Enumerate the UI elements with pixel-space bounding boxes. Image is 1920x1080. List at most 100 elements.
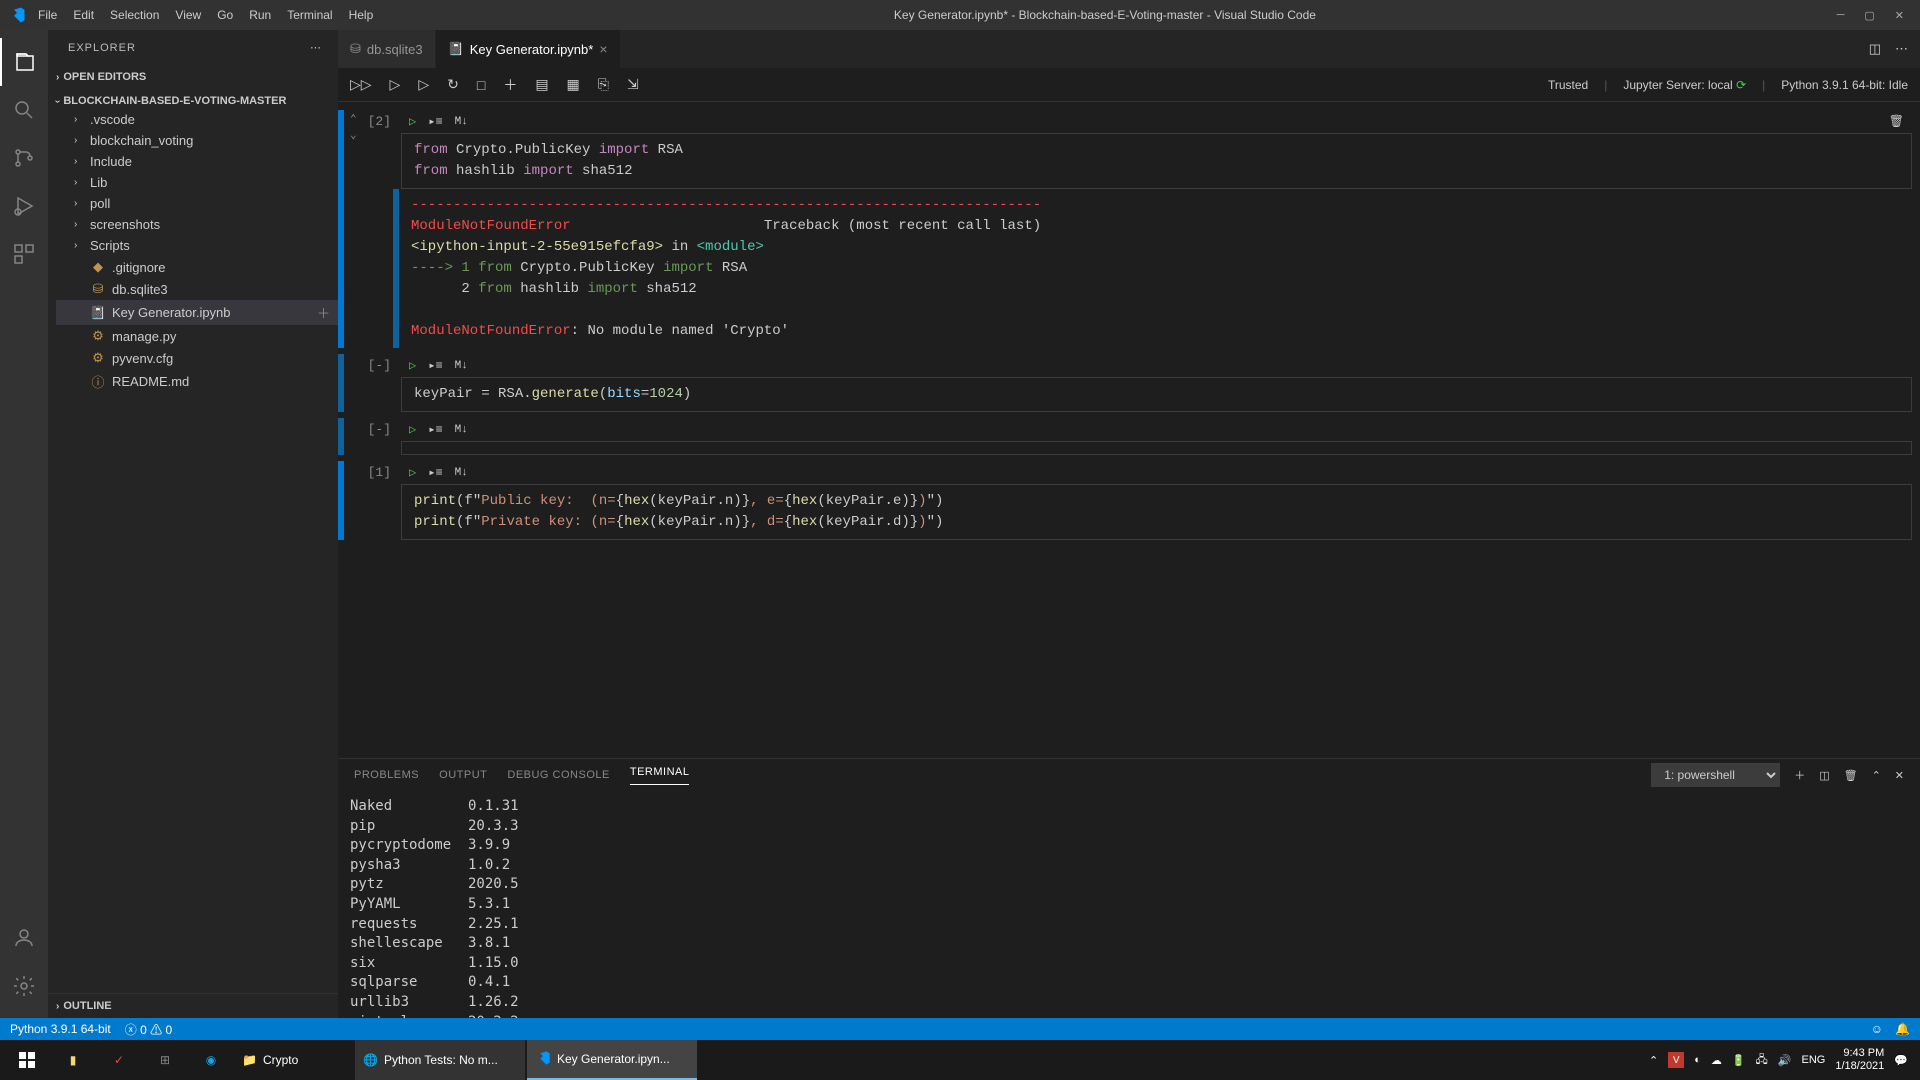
cell-code[interactable]: keyPair = RSA.generate(bits=1024) bbox=[401, 377, 1912, 412]
run-cell-icon[interactable]: ▷ bbox=[409, 358, 416, 373]
project-header[interactable]: › BLOCKCHAIN-BASED-E-VOTING-MASTER bbox=[48, 93, 338, 109]
close-button[interactable]: ✕ bbox=[1895, 9, 1904, 22]
close-tab-icon[interactable]: × bbox=[599, 41, 607, 57]
tray-icon[interactable]: V bbox=[1668, 1052, 1684, 1068]
split-terminal-icon[interactable]: ◫ bbox=[1819, 769, 1829, 782]
run-cell-icon[interactable]: ▷ bbox=[409, 422, 416, 437]
collapse-up-icon[interactable]: ⌃ bbox=[350, 112, 357, 126]
status-errors[interactable]: ⓧ 0 ⚠ 0 bbox=[125, 1021, 172, 1038]
activity-search[interactable] bbox=[0, 86, 48, 134]
editor-tab[interactable]: 📓Key Generator.ipynb*× bbox=[436, 30, 621, 68]
notebook-cell[interactable]: ⌃⌄[2]▷▸≡M↓🗑from Crypto.PublicKey import … bbox=[338, 110, 1912, 348]
menu-view[interactable]: View bbox=[175, 8, 201, 22]
export-icon[interactable]: ⇲ bbox=[627, 76, 639, 93]
add-cell-icon[interactable]: ＋ bbox=[503, 75, 517, 95]
file-item[interactable]: ⛁db.sqlite3 bbox=[56, 278, 338, 300]
run-above-icon[interactable]: ▷ bbox=[390, 76, 401, 93]
tray-chevron-icon[interactable]: ⌃ bbox=[1649, 1054, 1658, 1067]
tray-wifi-icon[interactable]: 🖧 bbox=[1756, 1051, 1768, 1070]
tray-volume-icon[interactable]: 🔊 bbox=[1778, 1054, 1792, 1067]
save-icon[interactable]: ⎘ bbox=[598, 76, 609, 93]
run-below-icon[interactable]: ▷ bbox=[418, 76, 429, 93]
file-item[interactable]: ◆.gitignore bbox=[56, 256, 338, 278]
markdown-icon[interactable]: M↓ bbox=[455, 360, 468, 372]
close-panel-icon[interactable]: ✕ bbox=[1895, 769, 1904, 782]
start-button[interactable] bbox=[4, 1040, 50, 1080]
run-cell-icon[interactable]: ▷ bbox=[409, 465, 416, 480]
editor-tab[interactable]: ⛁db.sqlite3 bbox=[338, 30, 436, 68]
folder-item[interactable]: ›blockchain_voting bbox=[56, 130, 338, 151]
cell-code[interactable]: print(f"Public key: (n={hex(keyPair.n)},… bbox=[401, 484, 1912, 540]
file-item[interactable]: ⓘREADME.md bbox=[56, 369, 338, 394]
menu-edit[interactable]: Edit bbox=[73, 8, 94, 22]
file-item[interactable]: ⚙pyvenv.cfg bbox=[56, 347, 338, 369]
taskbar-chrome[interactable]: 🌐 Python Tests: No m... bbox=[355, 1040, 525, 1080]
menu-run[interactable]: Run bbox=[249, 8, 271, 22]
tray-lang[interactable]: ENG bbox=[1802, 1054, 1826, 1066]
delete-cell-icon[interactable]: 🗑 bbox=[1889, 114, 1904, 129]
more-actions-icon[interactable]: ⋯ bbox=[1895, 41, 1908, 57]
run-by-line-icon[interactable]: ▸≡ bbox=[428, 358, 442, 373]
activity-explorer[interactable] bbox=[0, 38, 48, 86]
run-by-line-icon[interactable]: ▸≡ bbox=[428, 114, 442, 129]
tray-action-center-icon[interactable]: 💬 bbox=[1894, 1054, 1908, 1067]
activity-settings[interactable] bbox=[0, 962, 48, 1010]
outline-header[interactable]: › OUTLINE bbox=[48, 998, 338, 1014]
jupyter-server-label[interactable]: Jupyter Server: local ⟳ bbox=[1623, 78, 1746, 92]
interrupt-icon[interactable]: □ bbox=[477, 77, 485, 93]
markdown-icon[interactable]: M↓ bbox=[455, 424, 468, 436]
kill-terminal-icon[interactable]: 🗑 bbox=[1844, 769, 1858, 782]
folder-item[interactable]: ›Scripts bbox=[56, 235, 338, 256]
notifications-icon[interactable]: 🔔 bbox=[1895, 1022, 1910, 1036]
status-python[interactable]: Python 3.9.1 64-bit bbox=[10, 1022, 111, 1036]
more-icon[interactable]: ⋯ bbox=[310, 41, 322, 54]
add-cell-icon[interactable]: ＋ bbox=[317, 303, 330, 322]
cell-code[interactable] bbox=[401, 441, 1912, 455]
tray-cloud-icon[interactable]: ☁ bbox=[1711, 1054, 1722, 1067]
activity-accounts[interactable] bbox=[0, 914, 48, 962]
notebook-cell[interactable]: [-]▷▸≡M↓ bbox=[338, 418, 1912, 455]
folder-item[interactable]: ›screenshots bbox=[56, 214, 338, 235]
taskbar-app2[interactable]: ⊞ bbox=[142, 1040, 188, 1080]
file-item[interactable]: 📓Key Generator.ipynb＋ bbox=[56, 300, 338, 325]
new-terminal-icon[interactable]: ＋ bbox=[1794, 767, 1805, 783]
taskbar-folder[interactable]: 📁 Crypto bbox=[234, 1040, 354, 1080]
folder-item[interactable]: ›poll bbox=[56, 193, 338, 214]
notebook-cell[interactable]: [-]▷▸≡M↓keyPair = RSA.generate(bits=1024… bbox=[338, 354, 1912, 412]
taskbar-explorer[interactable]: ▮ bbox=[50, 1040, 96, 1080]
outline-icon[interactable]: ▤ bbox=[535, 76, 548, 93]
menu-file[interactable]: File bbox=[38, 8, 57, 22]
activity-source-control[interactable] bbox=[0, 134, 48, 182]
tray-clock[interactable]: 9:43 PM 1/18/2021 bbox=[1835, 1047, 1884, 1073]
tray-steam-icon[interactable]: ◐ bbox=[1694, 1054, 1701, 1066]
panel-tab-terminal[interactable]: TERMINAL bbox=[630, 766, 690, 785]
menu-terminal[interactable]: Terminal bbox=[287, 8, 332, 22]
notebook-cell[interactable]: [1]▷▸≡M↓print(f"Public key: (n={hex(keyP… bbox=[338, 461, 1912, 540]
activity-debug[interactable] bbox=[0, 182, 48, 230]
activity-extensions[interactable] bbox=[0, 230, 48, 278]
file-item[interactable]: ⚙manage.py bbox=[56, 325, 338, 347]
folder-item[interactable]: ›Lib bbox=[56, 172, 338, 193]
tray-battery-icon[interactable]: 🔋 bbox=[1732, 1054, 1746, 1067]
terminal-output[interactable]: Naked 0.1.31 pip 20.3.3 pycryptodome 3.9… bbox=[338, 791, 1920, 1018]
menu-go[interactable]: Go bbox=[217, 8, 233, 22]
collapse-down-icon[interactable]: ⌄ bbox=[350, 128, 357, 142]
maximize-panel-icon[interactable]: ⌃ bbox=[1872, 769, 1881, 782]
minimize-button[interactable]: ─ bbox=[1837, 9, 1845, 22]
run-by-line-icon[interactable]: ▸≡ bbox=[428, 422, 442, 437]
trusted-label[interactable]: Trusted bbox=[1548, 78, 1588, 92]
markdown-icon[interactable]: M↓ bbox=[455, 116, 468, 128]
maximize-button[interactable]: ▢ bbox=[1864, 9, 1874, 22]
run-by-line-icon[interactable]: ▸≡ bbox=[428, 465, 442, 480]
split-editor-icon[interactable]: ◫ bbox=[1869, 41, 1881, 57]
panel-tab-output[interactable]: OUTPUT bbox=[439, 769, 487, 781]
folder-item[interactable]: ›.vscode bbox=[56, 109, 338, 130]
restart-icon[interactable]: ↻ bbox=[447, 76, 459, 93]
folder-item[interactable]: ›Include bbox=[56, 151, 338, 172]
menu-help[interactable]: Help bbox=[349, 8, 374, 22]
variables-icon[interactable]: ▦ bbox=[567, 76, 580, 93]
notebook[interactable]: ⌃⌄[2]▷▸≡M↓🗑from Crypto.PublicKey import … bbox=[338, 102, 1920, 758]
panel-tab-debug-console[interactable]: DEBUG CONSOLE bbox=[507, 769, 609, 781]
panel-tab-problems[interactable]: PROBLEMS bbox=[354, 769, 419, 781]
kernel-label[interactable]: Python 3.9.1 64-bit: Idle bbox=[1781, 78, 1908, 92]
